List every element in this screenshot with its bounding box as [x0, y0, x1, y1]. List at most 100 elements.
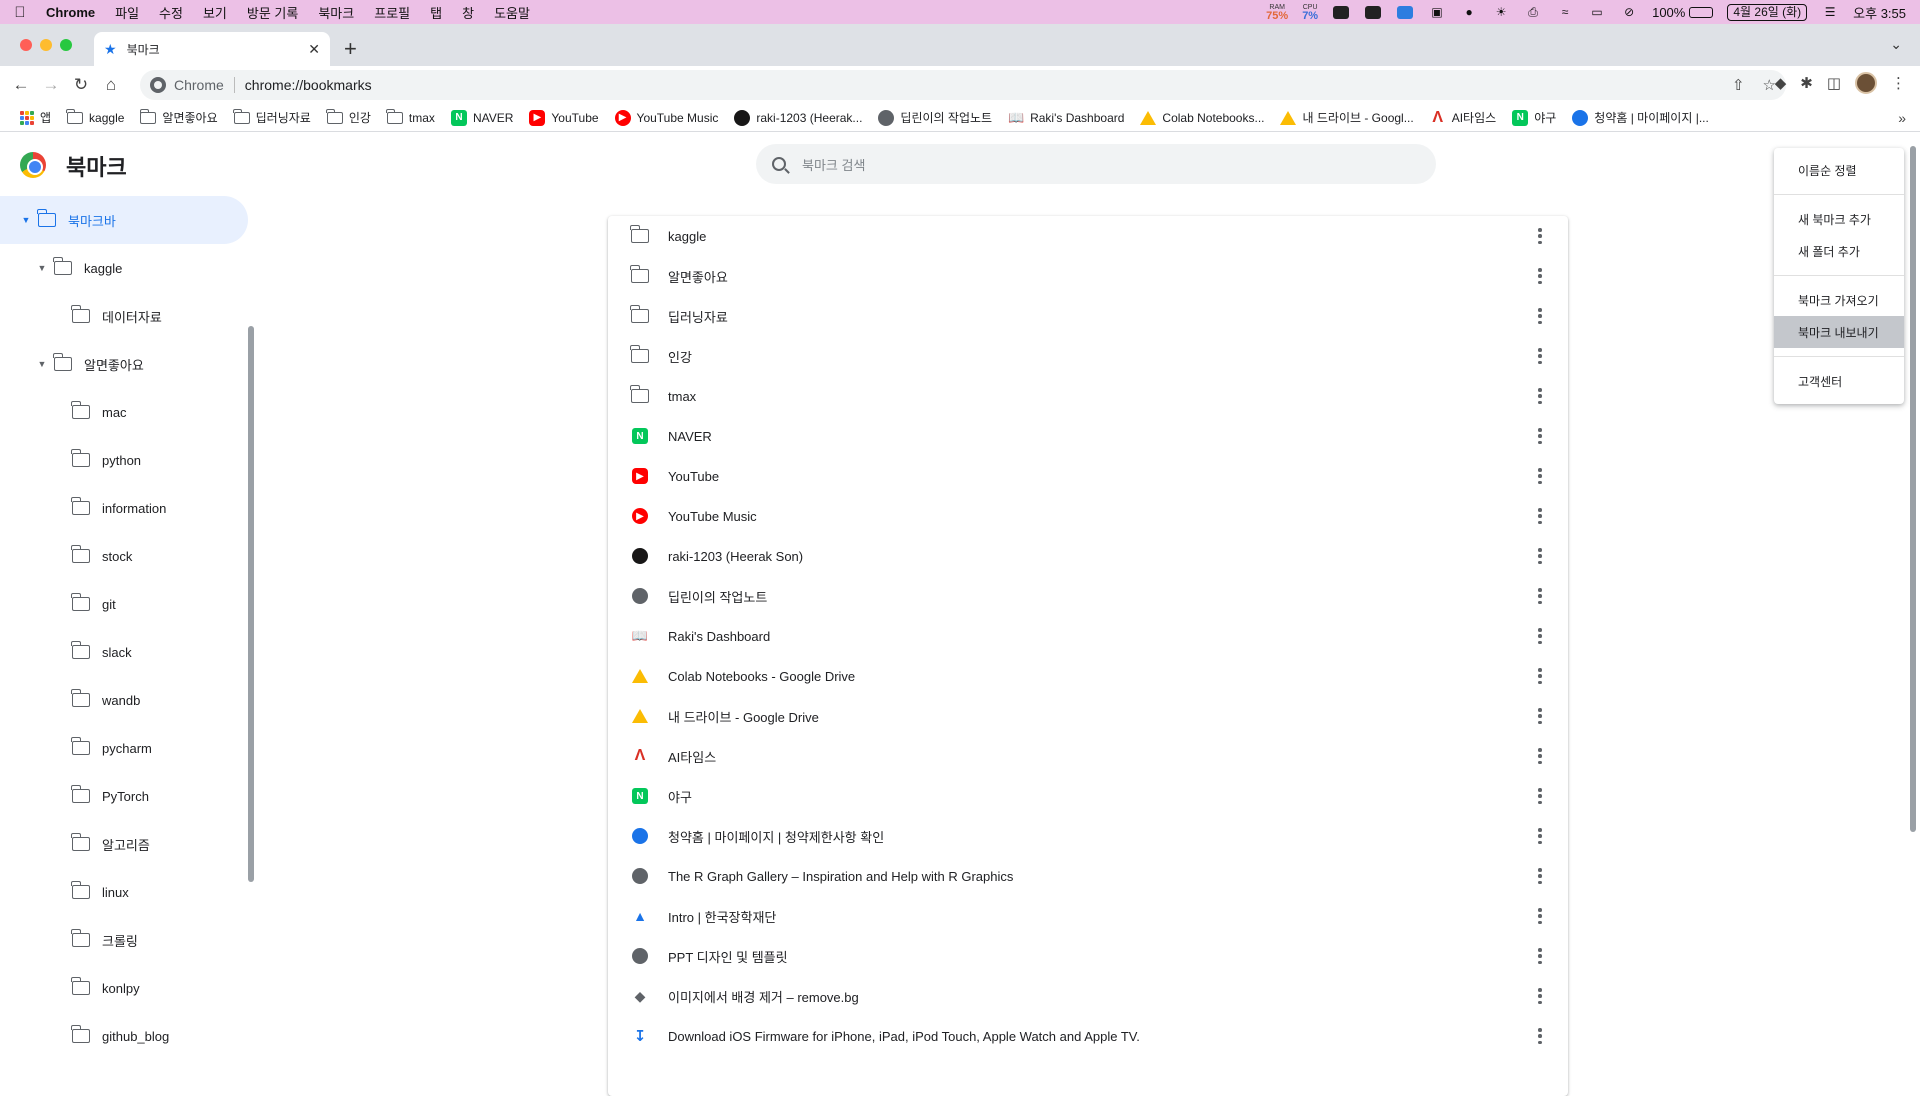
close-window-button[interactable] [20, 39, 32, 51]
bookmarks-bar-item[interactable]: raki-1203 (Heerak... [726, 109, 870, 126]
more-actions-icon[interactable] [1538, 828, 1542, 844]
chrome-site-icon[interactable] [150, 77, 166, 93]
search-input[interactable]: 북마크 검색 [756, 144, 1436, 184]
bookmarks-bar-item[interactable]: 인강 [319, 108, 379, 126]
bookmark-row[interactable]: raki-1203 (Heerak Son) [608, 536, 1568, 576]
expand-arrow-icon[interactable]: ▼ [20, 215, 32, 225]
airplay-icon[interactable]: ▭ [1588, 5, 1606, 19]
bookmark-row[interactable]: ▶ YouTube [608, 456, 1568, 496]
url-text[interactable]: chrome://bookmarks [245, 77, 372, 93]
extensions-puzzle-icon[interactable]: ✱ [1800, 74, 1813, 92]
bookmark-row[interactable]: 청약홈 | 마이페이지 | 청약제한사항 확인 [608, 816, 1568, 856]
more-actions-icon[interactable] [1538, 908, 1542, 924]
more-actions-icon[interactable] [1538, 308, 1542, 324]
screen-share-icon[interactable]: ▣ [1428, 5, 1446, 19]
dictionary-icon[interactable] [1364, 5, 1382, 19]
expand-arrow-icon[interactable]: ▼ [36, 263, 48, 273]
bookmarks-bar-item[interactable]: N NAVER [443, 109, 521, 126]
bookmarks-bar-item[interactable]: 딥린이의 작업노트 [870, 109, 1000, 126]
more-actions-icon[interactable] [1538, 988, 1542, 1004]
tree-item[interactable]: information [0, 484, 248, 532]
bookmark-row[interactable]: 내 드라이브 - Google Drive [608, 696, 1568, 736]
bookmarks-bar-item[interactable]: ▶ YouTube Music [607, 109, 727, 126]
more-actions-icon[interactable] [1538, 748, 1542, 764]
app-store-icon[interactable] [1396, 5, 1414, 19]
bookmarks-bar-item[interactable]: 알면좋아요 [132, 108, 225, 126]
bookmark-row[interactable]: tmax [608, 376, 1568, 416]
side-panel-icon[interactable]: ◫ [1827, 74, 1841, 92]
bookmark-row[interactable]: Colab Notebooks - Google Drive [608, 656, 1568, 696]
sort-by-name-menu-item[interactable]: 이름순 정렬 [1774, 154, 1904, 186]
bookmarks-bar-item[interactable]: tmax [379, 108, 443, 125]
more-actions-icon[interactable] [1538, 708, 1542, 724]
bookmark-row[interactable]: 알면좋아요 [608, 256, 1568, 296]
reload-button[interactable]: ↻ [66, 70, 96, 100]
bookmark-row[interactable]: 딥린이의 작업노트 [608, 576, 1568, 616]
export-bookmarks-menu-item[interactable]: 북마크 내보내기 [1774, 316, 1904, 348]
clock[interactable]: 오후 3:55 [1853, 3, 1906, 22]
more-actions-icon[interactable] [1538, 868, 1542, 884]
expand-arrow-icon[interactable]: ▼ [36, 359, 48, 369]
control-center-icon[interactable]: ☰ [1821, 5, 1839, 19]
bookmark-row[interactable]: The R Graph Gallery – Inspiration and He… [608, 856, 1568, 896]
import-bookmarks-menu-item[interactable]: 북마크 가져오기 [1774, 284, 1904, 316]
minimize-window-button[interactable] [40, 39, 52, 51]
tree-item[interactable]: konlpy [0, 964, 248, 1012]
tree-item[interactable]: github_blog [0, 1012, 248, 1060]
fullscreen-window-button[interactable] [60, 39, 72, 51]
bookmarks-bar-item[interactable]: 앱 [12, 109, 59, 126]
tree-item-useful[interactable]: ▼ 알면좋아요 [0, 340, 248, 388]
printer-icon[interactable]: ⎙ [1524, 5, 1542, 19]
home-button[interactable]: ⌂ [96, 70, 126, 100]
bookmarks-bar-item[interactable]: 청약홈 | 마이페이지 |... [1564, 109, 1717, 126]
battery-indicator[interactable]: 100% [1652, 5, 1714, 20]
tree-item[interactable]: slack [0, 628, 248, 676]
bookmarks-bar-item[interactable]: kaggle [59, 108, 132, 125]
wifi-icon[interactable]: ≈ [1556, 5, 1574, 19]
bookmark-row[interactable]: ▲ Intro | 한국장학재단 [608, 896, 1568, 936]
tree-item[interactable]: PyTorch [0, 772, 248, 820]
display-icon[interactable] [1332, 5, 1350, 19]
apple-icon[interactable]:  [0, 4, 40, 21]
more-actions-icon[interactable] [1538, 348, 1542, 364]
sidebar-scrollbar[interactable] [248, 326, 254, 882]
extension-icon[interactable]: ◆ [1775, 74, 1787, 92]
more-actions-icon[interactable] [1538, 788, 1542, 804]
bookmarks-bar-item[interactable]: 📖 Raki's Dashboard [1000, 109, 1132, 126]
address-bar[interactable]: Chrome chrome://bookmarks ⇧ ☆ [140, 70, 1786, 100]
tree-item[interactable]: stock [0, 532, 248, 580]
more-actions-icon[interactable] [1538, 388, 1542, 404]
bookmarks-bar-item[interactable]: Colab Notebooks... [1132, 110, 1272, 125]
more-actions-icon[interactable] [1538, 228, 1542, 244]
bookmark-row[interactable]: ↧ Download iOS Firmware for iPhone, iPad,… [608, 1016, 1568, 1056]
tree-item[interactable]: git [0, 580, 248, 628]
help-center-menu-item[interactable]: 고객센터 [1774, 365, 1904, 397]
add-folder-menu-item[interactable]: 새 폴더 추가 [1774, 235, 1904, 267]
tree-item-kaggle[interactable]: ▼ kaggle [0, 244, 248, 292]
tree-item[interactable]: 알고리즘 [0, 820, 248, 868]
cpu-monitor[interactable]: CPU 7% [1302, 3, 1318, 22]
bookmarks-bar-item[interactable]: N 야구 [1504, 109, 1564, 126]
tree-item[interactable]: 크롤링 [0, 916, 248, 964]
more-menu-icon[interactable]: ⋮ [1891, 74, 1906, 92]
tree-item[interactable]: pycharm [0, 724, 248, 772]
more-actions-icon[interactable] [1538, 428, 1542, 444]
mute-icon[interactable]: ⊘ [1620, 5, 1638, 19]
more-actions-icon[interactable] [1538, 668, 1542, 684]
tree-item[interactable]: 데이터자료 [0, 292, 248, 340]
tab-search-chevron-icon[interactable]: ⌄ [1890, 36, 1902, 53]
more-actions-icon[interactable] [1538, 1028, 1542, 1044]
bookmarks-bar-item[interactable]: Λ AI타임스 [1422, 109, 1504, 126]
new-tab-button[interactable]: + [344, 36, 357, 62]
bookmark-row[interactable]: N NAVER [608, 416, 1568, 456]
bookmarks-bar-item[interactable]: 내 드라이브 - Googl... [1272, 109, 1421, 126]
more-actions-icon[interactable] [1538, 548, 1542, 564]
more-actions-icon[interactable] [1538, 508, 1542, 524]
bookmarks-bar-item[interactable]: ▶ YouTube [521, 109, 606, 126]
tree-item-bookmarks-bar[interactable]: ▼ 북마크바 [0, 196, 248, 244]
bookmarks-bar-item[interactable]: 딥러닝자료 [226, 108, 319, 126]
page-scrollbar[interactable] [1910, 146, 1916, 832]
forward-button[interactable]: → [36, 70, 66, 100]
bookmark-row[interactable]: kaggle [608, 216, 1568, 256]
tree-item[interactable]: wandb [0, 676, 248, 724]
